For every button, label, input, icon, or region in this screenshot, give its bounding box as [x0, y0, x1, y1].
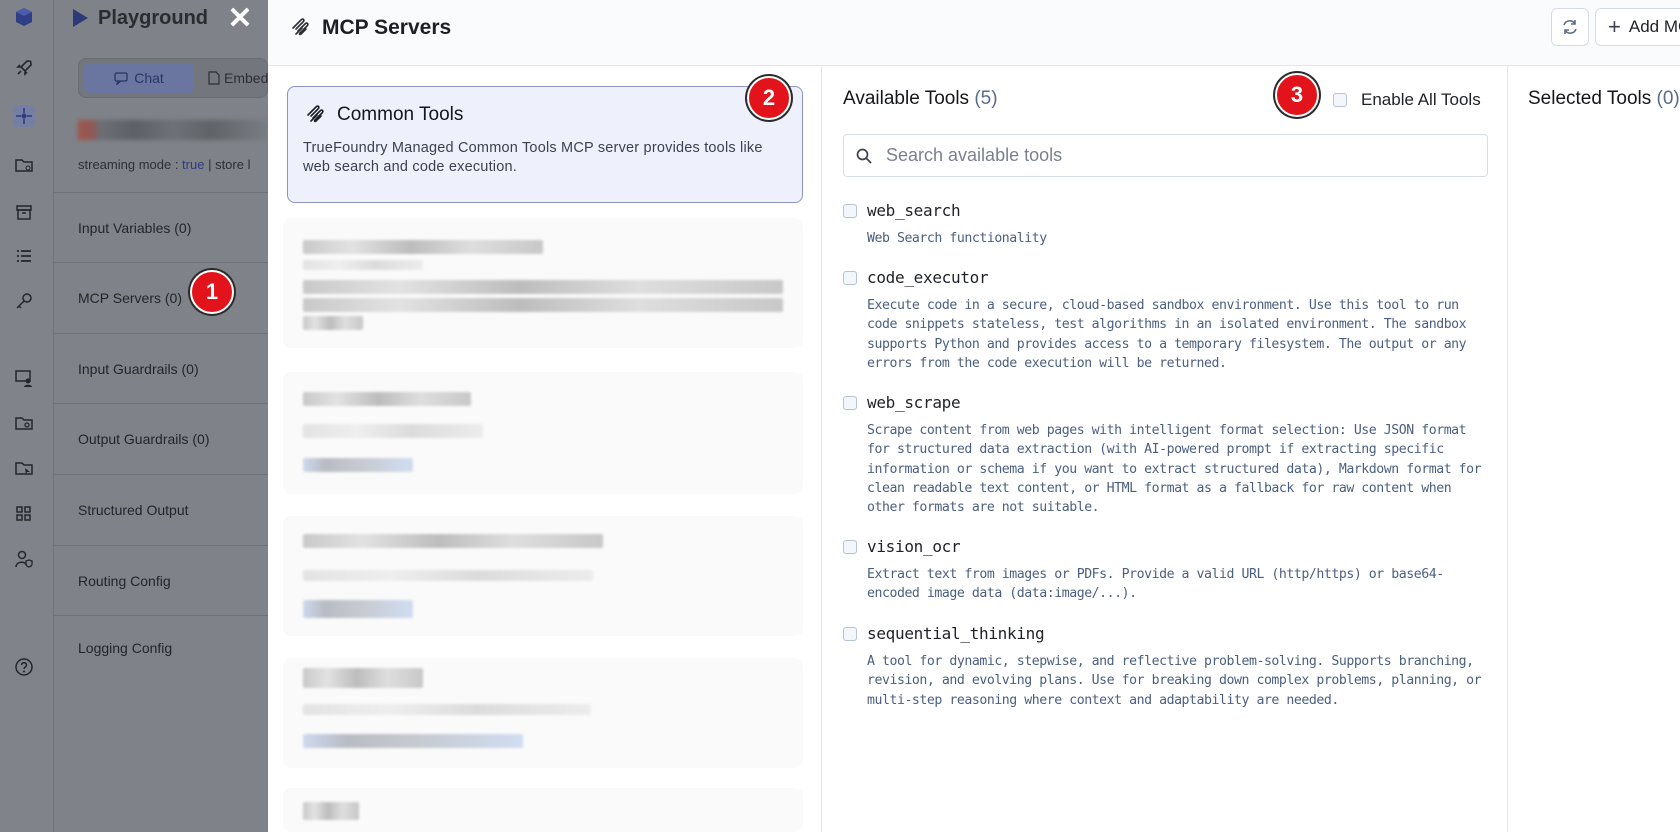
tool-description: Extract text from images or PDFs. Provid… [867, 567, 1444, 602]
archive-icon[interactable] [13, 201, 35, 223]
section-label: Input Variables (0) [78, 219, 192, 236]
apps-icon[interactable] [13, 503, 35, 525]
tool-name: sequential_thinking [867, 624, 1045, 643]
section-input-variables[interactable]: Input Variables (0) [54, 192, 268, 262]
key-icon[interactable] [13, 290, 35, 312]
section-label: Structured Output [78, 502, 189, 518]
section-logging-config[interactable]: Logging Config [54, 615, 268, 679]
workflow-icon[interactable] [13, 105, 35, 127]
logo-cube-icon[interactable] [13, 6, 35, 28]
server-card-title-text: Common Tools [337, 104, 464, 125]
tool-name: web_search [867, 201, 961, 220]
step-marker-1: 1 [190, 270, 234, 314]
user-shield-icon[interactable] [13, 548, 35, 570]
folder-link-icon[interactable] [13, 154, 35, 176]
available-tools-label: Available Tools [843, 88, 970, 109]
section-label: Input Guardrails (0) [78, 360, 199, 377]
folder-settings-icon[interactable] [13, 412, 35, 434]
rocket-icon[interactable] [13, 57, 35, 79]
tool-name: code_executor [867, 268, 989, 287]
step-marker-3: 3 [1275, 73, 1319, 117]
folder-cursor-icon[interactable] [13, 457, 35, 479]
streaming-mode-text: streaming mode : true | store l [78, 157, 250, 172]
tab-chat[interactable]: Chat [84, 63, 194, 93]
tab-embed[interactable]: Embed [208, 63, 268, 93]
available-tools-heading: Available Tools (5) [843, 88, 998, 110]
refresh-button[interactable] [1551, 8, 1589, 46]
section-label: Logging Config [78, 639, 173, 656]
store-label: store l [215, 157, 251, 172]
user-screen-icon[interactable] [13, 367, 35, 389]
blurred-server-card[interactable] [283, 516, 803, 636]
step-marker-2: 2 [747, 76, 791, 120]
tool-checkbox[interactable] [843, 540, 857, 554]
blurred-server-card[interactable] [283, 218, 803, 348]
plus-icon: + [1608, 14, 1621, 39]
section-label: Routing Config [78, 572, 171, 589]
help-icon[interactable] [13, 656, 35, 678]
streaming-value[interactable]: true [182, 157, 204, 172]
modal-title-text: MCP Servers [322, 16, 452, 39]
enable-all-checkbox[interactable] [1333, 93, 1347, 107]
search-icon [856, 148, 872, 164]
play-icon [73, 9, 88, 27]
selected-tools-label: Selected Tools [1528, 88, 1652, 109]
tool-description: Execute code in a secure, cloud-based sa… [867, 298, 1467, 371]
blurred-model-selector[interactable] [78, 120, 268, 140]
document-icon [208, 71, 220, 85]
section-label: MCP Servers (0) [78, 290, 182, 306]
server-card-title: Common Tools [305, 104, 463, 126]
section-input-guardrails[interactable]: Input Guardrails (0) [54, 333, 268, 403]
blurred-server-card[interactable] [283, 658, 803, 768]
list-icon[interactable] [13, 245, 35, 267]
section-structured-output[interactable]: Structured Output [54, 474, 268, 545]
enable-all-tools-toggle[interactable]: Enable All Tools [1333, 90, 1481, 110]
tool-name: vision_ocr [867, 537, 961, 556]
tool-checkbox[interactable] [843, 204, 857, 218]
refresh-icon [1563, 20, 1577, 34]
selected-tools-count: (0) [1656, 88, 1680, 109]
server-card-description: TrueFoundry Managed Common Tools MCP ser… [303, 140, 763, 175]
section-label: Output Guardrails (0) [78, 431, 210, 447]
tool-name: web_scrape [867, 393, 961, 412]
mcp-icon [307, 105, 324, 123]
section-mcp-servers[interactable]: MCP Servers (0) [54, 262, 268, 333]
modal-header [268, 0, 1680, 66]
blurred-server-card[interactable] [283, 372, 803, 494]
tool-checkbox[interactable] [843, 627, 857, 641]
streaming-label: streaming mode : [78, 157, 183, 172]
page-title-text: Playground [98, 6, 209, 29]
add-mcp-server-label: Add MCP Server [1628, 17, 1680, 36]
section-output-guardrails[interactable]: Output Guardrails (0) [54, 403, 268, 474]
tool-checkbox[interactable] [843, 271, 857, 285]
enable-all-label: Enable All Tools [1361, 90, 1481, 109]
tool-search[interactable] [843, 134, 1488, 177]
mcp-icon [292, 18, 309, 36]
modal-title: MCP Servers [290, 14, 451, 42]
search-input[interactable] [884, 144, 1464, 167]
selected-tools-column [1508, 66, 1680, 832]
blurred-server-card[interactable] [283, 788, 803, 832]
chat-icon [114, 72, 128, 85]
tab-embed-label: Embed [224, 70, 269, 86]
streaming-separator: | [204, 157, 216, 172]
tool-description: A tool for dynamic, stepwise, and reflec… [867, 654, 1482, 708]
section-routing-config[interactable]: Routing Config [54, 545, 268, 615]
available-tools-count: (5) [974, 88, 998, 109]
selected-tools-heading: Selected Tools (0) [1528, 88, 1680, 110]
page-title: Playground [70, 6, 208, 30]
tool-description: Web Search functionality [867, 231, 1047, 246]
left-rail [0, 0, 54, 832]
close-icon[interactable]: ✕ [226, 4, 254, 34]
tool-description: Scrape content from web pages with intel… [867, 423, 1482, 516]
tool-checkbox[interactable] [843, 396, 857, 410]
tab-chat-label: Chat [134, 70, 164, 86]
add-mcp-server-button[interactable]: + Add MCP Server [1595, 8, 1680, 46]
